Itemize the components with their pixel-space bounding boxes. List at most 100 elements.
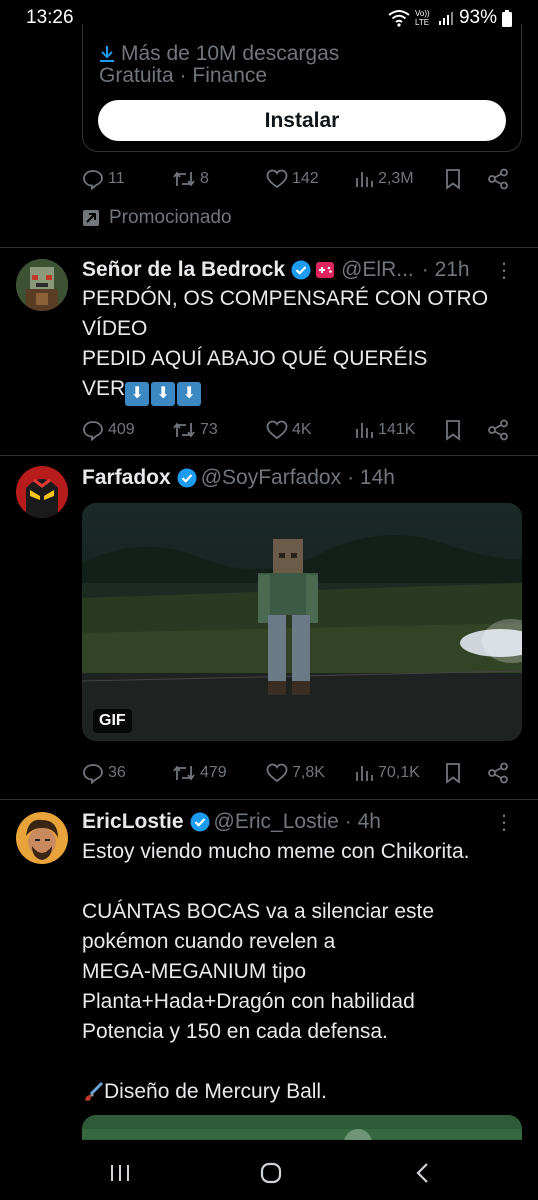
like-count: 7,8K: [292, 764, 325, 781]
gamepad-icon: [316, 262, 335, 278]
views-button[interactable]: 70,1K: [354, 760, 420, 786]
ad-meta: Gratuita · Finance: [99, 64, 268, 87]
home-icon: [260, 1162, 282, 1184]
repost-count: 8: [200, 170, 209, 187]
tweet-line: Potencia y 150 en cada defensa.: [82, 1020, 388, 1043]
share-icon: [488, 168, 508, 190]
like-button[interactable]: 142: [266, 166, 319, 192]
recent-apps-icon: [111, 1165, 129, 1181]
promoted-text: Promocionado: [109, 207, 232, 228]
like-button[interactable]: 7,8K: [266, 760, 325, 786]
reply-icon: [83, 421, 103, 441]
down-arrow-icon: ⬇: [151, 382, 176, 406]
down-arrow-icon: ⬇: [177, 382, 202, 406]
promoted-icon: [83, 210, 99, 226]
share-icon: [488, 419, 508, 441]
tweet-gif[interactable]: GIF: [82, 503, 522, 741]
avatar[interactable]: [16, 466, 68, 518]
avatar-image: [16, 812, 68, 864]
gif-badge: GIF: [93, 709, 132, 733]
install-button[interactable]: Instalar: [98, 100, 506, 141]
tweet-header: Señor de la Bedrock @ElR... · 21h: [82, 256, 470, 284]
download-icon: [100, 46, 114, 62]
ad-downloads-row: Más de 10M descargas: [99, 42, 339, 66]
more-icon[interactable]: ⋮: [494, 810, 514, 835]
tweet-line: VÍDEO: [82, 317, 148, 340]
views-button[interactable]: 141K: [354, 417, 415, 443]
repost-button[interactable]: 479: [172, 760, 227, 786]
bookmark-button[interactable]: [444, 760, 462, 786]
ad-downloads: Más de 10M descargas: [121, 42, 340, 65]
share-icon: [488, 762, 508, 784]
reply-count: 36: [108, 764, 126, 781]
avatar-image: [16, 466, 68, 518]
timestamp[interactable]: · 14h: [347, 466, 395, 490]
tweet-actions: 36 479 7,8K 70,1K: [82, 760, 512, 786]
views-button[interactable]: 2,3M: [354, 166, 414, 192]
timestamp[interactable]: · 21h: [422, 258, 470, 282]
bookmark-button[interactable]: [444, 166, 462, 192]
tweet-actions: 409 73 4K 141K: [82, 417, 512, 443]
views-icon: [356, 766, 373, 781]
tweet-line: Diseño de Mercury Ball.: [104, 1080, 327, 1103]
tweet-line: MEGA-MEGANIUM tipo: [82, 960, 307, 983]
tweet-line: PEDID AQUÍ ABAJO QUÉ QUERÉIS: [82, 347, 428, 370]
divider: [0, 455, 538, 456]
repost-count: 479: [200, 764, 227, 781]
reply-icon: [83, 170, 103, 190]
handle[interactable]: @Eric_Lostie: [214, 810, 339, 834]
repost-button[interactable]: 8: [172, 166, 209, 192]
like-button[interactable]: 4K: [266, 417, 312, 443]
display-name[interactable]: Farfadox: [82, 466, 171, 490]
bookmark-icon: [446, 420, 460, 441]
avatar[interactable]: [16, 259, 68, 311]
share-button[interactable]: [487, 166, 509, 192]
reply-button[interactable]: 11: [82, 166, 125, 192]
recent-apps-button[interactable]: [100, 1158, 140, 1188]
tweet-line: VER: [82, 377, 126, 400]
tweet-line: [82, 1047, 522, 1077]
timestamp[interactable]: · 4h: [345, 810, 381, 834]
bookmark-button[interactable]: [444, 417, 462, 443]
system-nav-bar: [0, 1140, 538, 1200]
divider: [0, 799, 538, 800]
home-button[interactable]: [251, 1158, 291, 1188]
more-icon[interactable]: ⋮: [494, 258, 514, 283]
views-count: 2,3M: [378, 170, 414, 187]
reply-button[interactable]: 36: [82, 760, 126, 786]
tweet-text: PERDÓN, OS COMPENSARÉ CON OTRO VÍDEO PED…: [82, 284, 522, 406]
ad-card[interactable]: Más de 10M descargas Gratuita · Finance …: [82, 24, 522, 152]
bookmark-icon: [446, 763, 460, 784]
views-count: 141K: [378, 421, 416, 438]
like-icon: [266, 763, 288, 783]
verified-icon: [177, 468, 197, 488]
paintbrush-icon: [85, 1081, 104, 1101]
tweet-line: Planta+Hada+Dragón con habilidad: [82, 990, 415, 1013]
reply-icon: [83, 764, 103, 784]
handle[interactable]: @ElR...: [341, 258, 414, 282]
repost-count: 73: [200, 421, 218, 438]
promoted-label: Promocionado: [82, 207, 232, 229]
gif-frame: [82, 503, 522, 741]
back-button[interactable]: [403, 1158, 443, 1188]
repost-icon: [173, 422, 195, 438]
tweet-line: [82, 867, 522, 897]
tweet-line: PERDÓN, OS COMPENSARÉ CON OTRO: [82, 287, 489, 310]
reply-button[interactable]: 409: [82, 417, 135, 443]
back-icon: [416, 1163, 428, 1183]
share-button[interactable]: [487, 417, 509, 443]
share-button[interactable]: [487, 760, 509, 786]
display-name[interactable]: Señor de la Bedrock: [82, 258, 285, 282]
views-icon: [356, 423, 373, 438]
reply-count: 409: [108, 421, 135, 438]
display-name[interactable]: EricLostie: [82, 810, 184, 834]
tweet-line: CUÁNTAS BOCAS va a silenciar este: [82, 900, 435, 923]
views-icon: [356, 172, 373, 187]
repost-icon: [173, 171, 195, 187]
views-count: 70,1K: [378, 764, 420, 781]
verified-icon: [190, 812, 210, 832]
repost-button[interactable]: 73: [172, 417, 218, 443]
avatar[interactable]: [16, 812, 68, 864]
status-time: 13:26: [26, 7, 74, 28]
handle[interactable]: @SoyFarfadox: [201, 466, 341, 490]
